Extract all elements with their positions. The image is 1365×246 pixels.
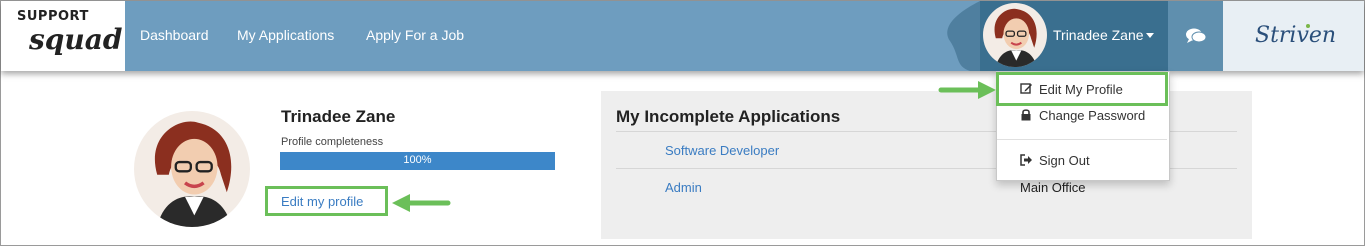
avatar[interactable] [983, 3, 1047, 67]
arrow-left-icon [392, 194, 451, 212]
nav-apply-for-a-job[interactable]: Apply For a Job [366, 27, 464, 43]
application-location: Main Office [1020, 180, 1086, 195]
profile-completeness-label: Profile completeness [281, 136, 384, 148]
chevron-down-icon[interactable] [1146, 33, 1154, 38]
menu-item-sign-out[interactable]: Sign Out [1039, 153, 1090, 168]
sign-out-icon [1020, 154, 1032, 166]
menu-item-change-password[interactable]: Change Password [1039, 108, 1145, 123]
arrow-right-icon [938, 81, 996, 99]
chat-icon[interactable] [1186, 28, 1206, 44]
profile-completeness-value: 100% [403, 154, 432, 166]
profile-completeness-bar: 100% [280, 152, 555, 170]
user-menu-name[interactable]: Trinadee Zane [1053, 27, 1144, 43]
brand-logo-dot [1306, 24, 1310, 28]
edit-my-profile-link[interactable]: Edit my profile [281, 194, 363, 209]
logo-text-bottom: squad [29, 23, 123, 56]
avatar-illustration [994, 8, 1037, 67]
brand-logo: Striven [1255, 23, 1337, 48]
profile-avatar-illustration [154, 121, 232, 227]
nav-dashboard[interactable]: Dashboard [140, 27, 209, 43]
menu-item-edit-my-profile[interactable]: Edit My Profile [1039, 82, 1123, 97]
incomplete-applications-title: My Incomplete Applications [616, 107, 841, 126]
profile-name: Trinadee Zane [281, 107, 396, 126]
logo-text-top: SUPPORT [17, 9, 89, 24]
lock-icon [1021, 109, 1031, 121]
edit-icon [1020, 83, 1032, 94]
menu-divider [997, 139, 1167, 140]
nav-my-applications[interactable]: My Applications [237, 27, 334, 43]
application-link-software-developer[interactable]: Software Developer [665, 143, 779, 158]
application-link-admin[interactable]: Admin [665, 180, 702, 195]
logo[interactable]: SUPPORT squad [1, 1, 125, 71]
profile-avatar [134, 111, 250, 227]
